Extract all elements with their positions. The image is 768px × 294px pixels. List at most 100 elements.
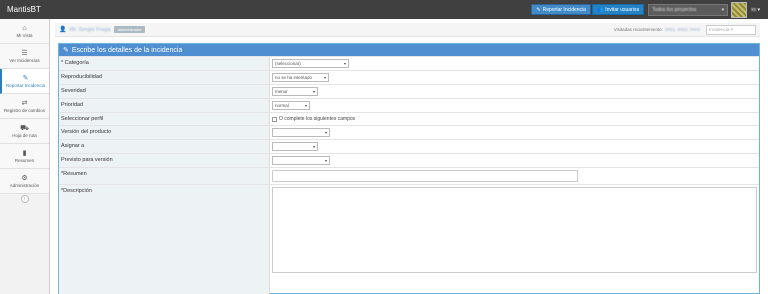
priority-cell: normal ▾ [270,99,759,112]
chevron-down-icon: ▾ [312,144,315,149]
invite-users-button[interactable]: 👥 Invitar usuarios [591,4,645,15]
chevron-down-icon: ▾ [757,6,760,13]
edit-icon: ✎ [22,75,29,82]
sidebar-item-label: Resumen [14,158,35,163]
summary-input[interactable] [272,170,578,182]
chevron-down-icon: ▾ [721,6,725,13]
priority-select-value: normal [275,103,289,108]
form-row-target-version: Previsto para versión ▾ [59,153,759,167]
project-selector-value: Todos los proyectos [652,6,697,13]
recent-label: Visitadas recientemente: [613,27,663,32]
target-version-select[interactable]: ▾ [272,156,330,165]
breadcrumb: 👤 Mr. Sergio Fraga administrador Visitad… [55,23,760,37]
reproducibility-cell: no se ha intentado ▾ [270,71,759,84]
brand-logo[interactable]: MantisBT [0,5,80,14]
product-version-select[interactable]: ▾ [272,128,330,137]
sidebar-item-label: Reportar Incidencia [5,83,46,88]
issue-search-input[interactable]: Incidencia # [706,24,756,35]
chevron-down-icon: ▾ [323,75,326,80]
description-textarea[interactable] [272,187,757,273]
sidebar-item-administration[interactable]: ⚙ Administración [0,169,49,194]
target-version-label: Previsto para versión [59,154,270,167]
sidebar-item-changelog[interactable]: ⇄ Registro de cambios [0,94,49,119]
sidebar: ⌂ Mi Vista ☰ Ver Incidencias ✎ Reportar … [0,19,50,294]
form-header: ✎ Escribe los detalles de la incidencia [59,44,759,56]
form-row-severity: Severidad menor ▾ [59,84,759,98]
project-selector[interactable]: Todos los proyectos ▾ [648,3,729,16]
sidebar-item-label: Ver Incidencias [9,58,40,63]
edit-icon: ✎ [63,47,69,54]
severity-label: Severidad [59,85,270,98]
assign-to-cell: ▾ [270,140,759,153]
collapse-sidebar-button[interactable]: ‹ [20,195,29,203]
form-row-priority: Prioridad normal ▾ [59,98,759,112]
invite-users-label: Invitar usuarios [605,6,640,13]
list-icon: ☰ [21,50,28,57]
priority-label: Prioridad [59,99,270,112]
profile-checkbox[interactable] [272,116,277,122]
role-badge: administrador [114,26,145,33]
dashboard-icon: ⌂ [22,25,27,32]
chevron-down-icon: ▾ [343,61,346,66]
description-cell [270,185,759,294]
priority-select[interactable]: normal ▾ [272,101,310,110]
assign-to-label: Asignar a [59,140,270,153]
report-issue-label: Reportar Incidencia [542,6,586,13]
reproducibility-select-value: no se ha intentado [275,75,313,80]
category-label: * Categoría [59,57,270,70]
form-row-reproducibility: Reproducibilidad no se ha intentado ▾ [59,70,759,84]
product-version-cell: ▾ [270,126,759,139]
reproducibility-label: Reproducibilidad [59,71,270,84]
edit-icon: ✎ [536,6,541,13]
sidebar-item-label: Registro de cambios [3,108,46,113]
form-row-assign-to: Asignar a ▾ [59,139,759,153]
form-row-category: * Categoría (seleccionar) ▾ [59,56,759,70]
current-user-link[interactable]: Mr. Sergio Fraga [69,27,110,33]
sidebar-item-my-view[interactable]: ⌂ Mi Vista [0,19,49,44]
chevron-down-icon: ▾ [312,89,315,94]
severity-cell: menor ▾ [270,85,759,98]
assign-to-select[interactable]: ▾ [272,142,318,151]
bar-chart-icon: ▮ [22,150,27,157]
profile-note: O complete los siguientes campos [279,116,356,122]
category-cell: (seleccionar) ▾ [270,57,759,70]
form-row-summary: *Resumen [59,167,759,184]
top-navbar: MantisBT ✎ Reportar Incidencia 👥 Invitar… [0,0,768,19]
chevron-down-icon: ▾ [324,158,327,163]
category-select[interactable]: (seleccionar) ▾ [272,59,349,68]
retweet-icon: ⇄ [21,100,28,107]
navbar-actions: ✎ Reportar Incidencia 👥 Invitar usuarios… [531,0,768,19]
gears-icon: ⚙ [21,175,28,182]
chevron-down-icon: ▾ [324,130,327,135]
sidebar-item-report-issue[interactable]: ✎ Reportar Incidencia [0,69,49,94]
summary-cell [270,168,759,184]
user-menu[interactable]: xx ▾ [749,7,768,13]
user-menu-label: xx [751,6,757,13]
report-issue-button[interactable]: ✎ Reportar Incidencia [531,4,591,15]
user-icon: 👤 [59,27,67,33]
form-title: Escribe los detalles de la incidencia [71,46,183,54]
profile-label: Seleccionar perfil [59,113,270,125]
reproducibility-select[interactable]: no se ha intentado ▾ [272,73,329,82]
chevron-down-icon: ▾ [304,103,307,108]
sidebar-collapse: ‹ [0,194,49,204]
sidebar-item-view-issues[interactable]: ☰ Ver Incidencias [0,44,49,69]
sidebar-item-label: Hoja de ruta [12,133,37,138]
user-avatar[interactable] [731,1,748,18]
form-row-product-version: Versión del producto ▾ [59,125,759,139]
severity-select[interactable]: menor ▾ [272,87,318,96]
target-version-cell: ▾ [270,154,759,167]
category-select-value: (seleccionar) [275,61,301,66]
sidebar-item-label: Mi Vista [16,33,33,38]
product-version-label: Versión del producto [59,126,270,139]
sidebar-item-summary[interactable]: ▮ Resumen [0,144,49,169]
recent-issue-links[interactable]: 0001, 0002, 0003 [665,27,700,32]
user-add-icon: 👥 [596,6,604,13]
severity-select-value: menor [275,89,288,94]
sidebar-item-label: Administración [9,183,40,188]
profile-cell: O complete los siguientes campos [270,113,759,125]
description-label: *Descripción [59,185,270,294]
form-row-profile: Seleccionar perfil O complete los siguie… [59,112,759,125]
road-icon: ⛟ [20,125,29,132]
sidebar-item-roadmap[interactable]: ⛟ Hoja de ruta [0,119,49,144]
